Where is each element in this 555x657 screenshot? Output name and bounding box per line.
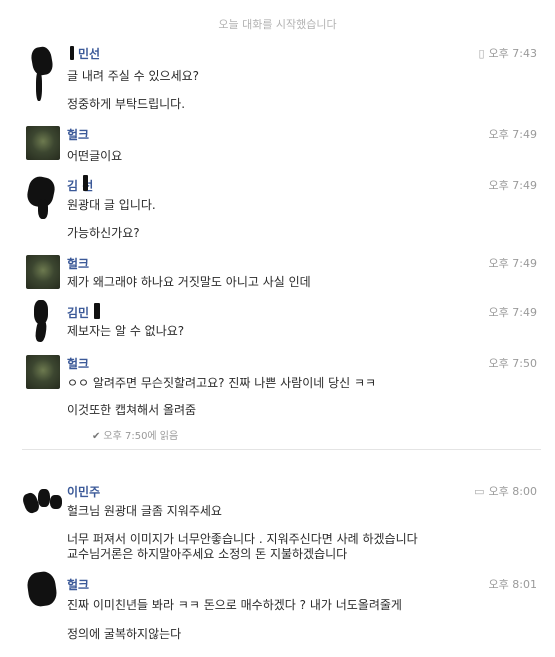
message-text: 헐크님 원광대 글좀 지워주세요 — [67, 504, 222, 518]
sender-name: 헐크 — [67, 128, 90, 142]
sender-name: 헐크 — [67, 578, 90, 592]
sender-name: 김 선 — [67, 179, 94, 193]
sender-name: 민선 — [78, 47, 101, 61]
sender-name: 헐크 — [67, 357, 90, 371]
message-text: 정의에 굴복하지않는다 — [67, 627, 182, 641]
sender-name: 이민주 — [67, 485, 101, 499]
message-text: 이것또한 캡쳐해서 올려줌 — [67, 403, 197, 417]
message-time: 오후 7:49 — [488, 257, 537, 270]
system-notice: 오늘 대화를 시작했습니다 — [218, 18, 337, 31]
avatar[interactable] — [25, 174, 60, 219]
read-receipt: ✔ 오후 7:50에 읽음 — [92, 431, 179, 442]
avatar[interactable] — [26, 45, 60, 101]
sender-name: 김민 — [67, 306, 90, 320]
sender-name: 헐크 — [67, 257, 90, 271]
message-text: 원광대 글 입니다. — [67, 198, 156, 212]
message-text: 정중하게 부탁드립니다. — [67, 97, 186, 111]
phone-icon: ▯ — [478, 47, 485, 60]
message-time: ▯ 오후 7:43 — [478, 47, 537, 60]
message-time: ▭ 오후 8:00 — [474, 485, 537, 498]
chat-bubble-icon: ▭ — [474, 485, 485, 498]
message-time: 오후 7:49 — [488, 179, 537, 192]
message-text: 진짜 이미친년들 봐라 ㅋㅋ 돈으로 매수하겠다 ? 내가 너도올려줄게 — [67, 598, 402, 612]
avatar[interactable] — [25, 570, 60, 610]
avatar[interactable] — [21, 483, 62, 517]
message-time: 오후 8:01 — [488, 578, 537, 591]
avatar[interactable] — [26, 126, 60, 160]
message-text: ㅇㅇ 알려주면 무슨짓할려고요? 진짜 나쁜 사람이네 당신 ㅋㅋ — [67, 376, 377, 390]
message-time: 오후 7:49 — [488, 306, 537, 319]
message-text: 교수님거론은 하지말아주세요 소정의 돈 지불하겠습니다 — [67, 547, 348, 561]
divider — [22, 449, 541, 450]
avatar[interactable] — [26, 300, 60, 343]
check-icon: ✔ — [92, 431, 101, 442]
message-text: 어떤글이요 — [67, 149, 123, 163]
message-text: 제보자는 알 수 없나요? — [67, 324, 185, 338]
avatar[interactable] — [26, 255, 60, 289]
message-text: 제가 왜그래야 하나요 거짓말도 아니고 사실 인데 — [67, 275, 311, 289]
message-time: 오후 7:49 — [488, 128, 537, 141]
message-text: 글 내려 주실 수 있으세요? — [67, 69, 200, 83]
message-time: 오후 7:50 — [488, 357, 537, 370]
avatar[interactable] — [26, 355, 60, 389]
message-text: 가능하신가요? — [67, 226, 140, 240]
